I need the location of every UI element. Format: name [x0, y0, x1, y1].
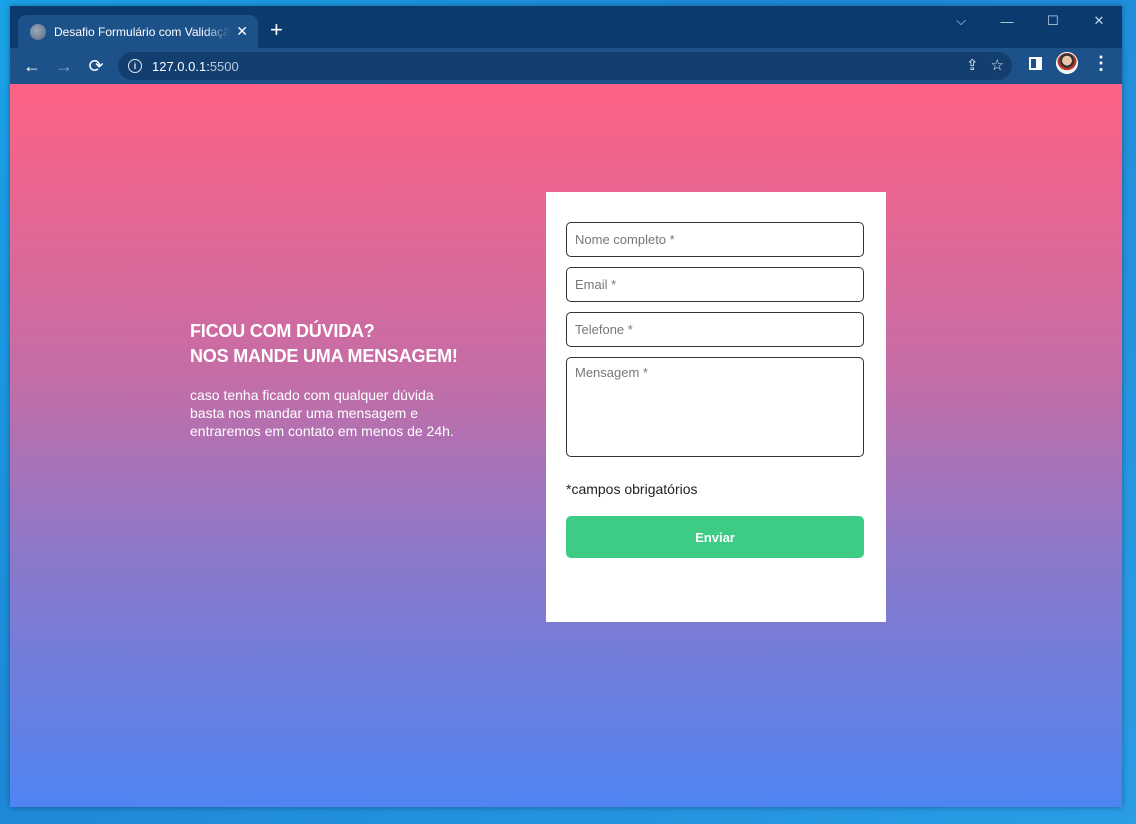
browser-window: Desafio Formulário com Validação ✕ + ⌵ —…: [10, 6, 1122, 807]
required-fields-note: *campos obrigatórios: [566, 481, 698, 497]
page-content: FICOU COM DÚVIDA? NOS MANDE UMA MENSAGEM…: [10, 84, 1122, 807]
tab-search-icon[interactable]: ⌵: [938, 6, 984, 36]
contact-intro: FICOU COM DÚVIDA? NOS MANDE UMA MENSAGEM…: [190, 319, 458, 440]
phone-input[interactable]: [566, 312, 864, 347]
address-bar[interactable]: i 127.0.0.1:5500 ⇪ ☆: [118, 52, 1012, 80]
window-controls: ⌵ — ☐ ✕: [938, 6, 1122, 36]
side-panel-icon[interactable]: [1029, 56, 1042, 70]
close-window-button[interactable]: ✕: [1076, 6, 1122, 36]
tab-title: Desafio Formulário com Validação: [54, 24, 231, 39]
message-textarea[interactable]: [566, 357, 864, 457]
reload-icon[interactable]: ⟳: [80, 50, 112, 82]
kebab-menu-icon[interactable]: ⋮: [1092, 54, 1110, 72]
url-text: 127.0.0.1:5500: [152, 58, 239, 74]
browser-tab[interactable]: Desafio Formulário com Validação ✕: [18, 15, 258, 48]
name-input[interactable]: [566, 222, 864, 257]
profile-avatar[interactable]: [1056, 52, 1078, 74]
title-bar: Desafio Formulário com Validação ✕ + ⌵ —…: [10, 6, 1122, 48]
address-bar-actions: ⇪ ☆: [966, 56, 1004, 74]
tab-close-icon[interactable]: ✕: [236, 23, 248, 40]
submit-button[interactable]: Enviar: [566, 516, 864, 558]
contact-description: caso tenha ficado com qualquer dúvida ba…: [190, 387, 454, 439]
toolbar-right: ⋮: [1029, 52, 1110, 74]
contact-form-card: *campos obrigatórios Enviar: [546, 192, 886, 622]
globe-icon: [30, 23, 46, 40]
back-icon[interactable]: ←: [16, 50, 48, 82]
minimize-button[interactable]: —: [984, 6, 1030, 36]
browser-toolbar: ← → ⟳ i 127.0.0.1:5500 ⇪ ☆ ⋮: [10, 48, 1122, 84]
forward-icon[interactable]: →: [48, 50, 80, 82]
share-icon[interactable]: ⇪: [966, 56, 979, 74]
new-tab-button[interactable]: +: [270, 18, 283, 42]
site-info-icon[interactable]: i: [128, 59, 142, 73]
contact-heading: FICOU COM DÚVIDA? NOS MANDE UMA MENSAGEM…: [190, 321, 458, 366]
bookmark-star-icon[interactable]: ☆: [991, 56, 1004, 74]
maximize-button[interactable]: ☐: [1030, 6, 1076, 36]
email-input[interactable]: [566, 267, 864, 302]
